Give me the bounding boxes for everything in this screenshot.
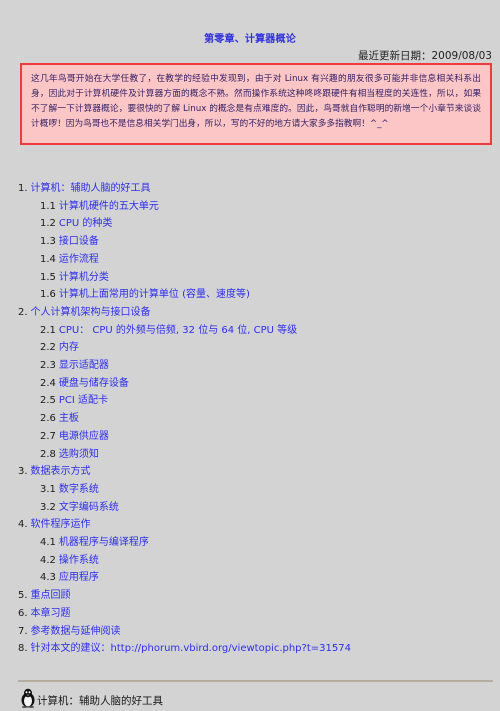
toc-item: 3. 数据表示方式 (18, 463, 498, 481)
toc-link[interactable]: 硬盘与储存设备 (59, 378, 129, 389)
toc-item-number: 3.2 (40, 501, 56, 513)
toc-item: 1.2 CPU 的种类 (18, 215, 498, 233)
toc-item: 2.7 电源供应器 (18, 428, 498, 446)
toc-item-number: 3.1 (40, 483, 56, 495)
toc-link[interactable]: 数字系统 (59, 484, 99, 495)
toc-item: 1.5 计算机分类 (18, 269, 498, 287)
toc-link[interactable]: 计算机：辅助人脑的好工具 (31, 183, 151, 194)
page-title: 第零章、计算器概论 (204, 34, 296, 45)
table-of-contents: 1. 计算机：辅助人脑的好工具 1.1 计算机硬件的五大单元 1.2 CPU 的种类 1.3… (18, 180, 498, 658)
toc-item: 8. 针对本文的建议：http://phorum.vbird.org/viewto… (18, 640, 498, 658)
toc-item: 6. 本章习题 (18, 605, 498, 623)
toc-link[interactable]: PCI 适配卡 (59, 395, 108, 406)
toc-link[interactable]: 参考数据与延伸阅读 (31, 626, 121, 637)
toc-link[interactable]: 电源供应器 (59, 431, 109, 442)
separator-line (18, 680, 493, 682)
toc-link[interactable]: 选购须知 (59, 449, 99, 460)
toc-item: 1. 计算机：辅助人脑的好工具 (18, 180, 498, 198)
toc-item: 2.6 主板 (18, 410, 498, 428)
toc-item-number: 2.2 (40, 342, 56, 354)
toc-item-number: 2. (18, 306, 28, 318)
toc-link[interactable]: 显示适配器 (59, 360, 109, 371)
toc-link[interactable]: 应用程序 (59, 572, 99, 583)
toc-item-number: 2.8 (40, 448, 56, 460)
penguin-icon (21, 688, 35, 708)
toc-item: 4.1 机器程序与编译程序 (18, 534, 498, 552)
toc-link[interactable]: 接口设备 (59, 236, 99, 247)
toc-link[interactable]: 运作流程 (59, 254, 99, 265)
toc-link[interactable]: 操作系统 (59, 555, 99, 566)
toc-link[interactable]: 本章习题 (31, 608, 71, 619)
toc-item: 2.2 内存 (18, 339, 498, 357)
toc-item: 7. 参考数据与延伸阅读 (18, 623, 498, 641)
toc-link[interactable]: 主板 (59, 413, 79, 424)
toc-link[interactable]: 重点回顾 (31, 590, 71, 601)
notice-box: 这几年鸟哥开始在大学任教了，在教学的经验中发现到，由于对 Linux 有兴趣的朋… (20, 63, 492, 145)
toc-item-number: 1.5 (40, 271, 56, 283)
toc-item: 2.5 PCI 适配卡 (18, 392, 498, 410)
section-heading-text: 计算机：辅助人脑的好工具 (37, 695, 163, 707)
toc-item-number: 1.4 (40, 253, 56, 265)
toc-link[interactable]: 计算机上面常用的计算单位 (容量、速度等) (59, 289, 250, 300)
toc-item-number: 2.5 (40, 395, 56, 407)
toc-item-number: 1.6 (40, 289, 56, 301)
toc-item-number: 7. (18, 625, 28, 637)
toc-item: 2. 个人计算机架构与接口设备 (18, 304, 498, 322)
toc-item: 1.3 接口设备 (18, 233, 498, 251)
toc-link[interactable]: 个人计算机架构与接口设备 (31, 307, 151, 318)
toc-item-number: 4.1 (40, 537, 56, 549)
toc-item: 2.4 硬盘与储存设备 (18, 375, 498, 393)
toc-item-number: 2.7 (40, 430, 56, 442)
toc-item-number: 2.6 (40, 413, 56, 425)
toc-link[interactable]: 文字编码系统 (59, 502, 119, 513)
toc-item: 1.4 运作流程 (18, 251, 498, 269)
toc-item-number: 6. (18, 607, 28, 619)
toc-item-number: 2.4 (40, 377, 56, 389)
toc-item: 3.1 数字系统 (18, 481, 498, 499)
toc-link[interactable]: CPU： CPU 的外频与倍频, 32 位与 64 位, CPU 等级 (59, 325, 297, 336)
toc-link[interactable]: 计算机硬件的五大单元 (59, 201, 159, 212)
toc-item: 2.1 CPU： CPU 的外频与倍频, 32 位与 64 位, CPU 等级 (18, 322, 498, 340)
toc-item-number: 5. (18, 590, 28, 602)
toc-item-number: 1.3 (40, 236, 56, 248)
toc-item-number: 2.1 (40, 324, 56, 336)
toc-item: 1.1 计算机硬件的五大单元 (18, 198, 498, 216)
toc-item-number: 4. (18, 519, 28, 531)
section-heading: 计算机：辅助人脑的好工具 (20, 688, 163, 708)
toc-item-number: 3. (18, 466, 28, 478)
toc-item: 3.2 文字编码系统 (18, 499, 498, 517)
toc-item-number: 1.2 (40, 218, 56, 230)
toc-item: 1.6 计算机上面常用的计算单位 (容量、速度等) (18, 286, 498, 304)
toc-item: 2.8 选购须知 (18, 446, 498, 464)
toc-item: 4.3 应用程序 (18, 569, 498, 587)
toc-link[interactable]: 机器程序与编译程序 (59, 537, 149, 548)
toc-link[interactable]: 针对本文的建议：http://phorum.vbird.org/viewtopi… (31, 643, 351, 654)
toc-item: 4.2 操作系统 (18, 552, 498, 570)
notice-text: 这几年鸟哥开始在大学任教了，在教学的经验中发现到，由于对 Linux 有兴趣的朋… (31, 74, 481, 129)
toc-item-number: 2.3 (40, 360, 56, 372)
toc-item: 2.3 显示适配器 (18, 357, 498, 375)
toc-link[interactable]: 内存 (59, 342, 79, 353)
toc-link[interactable]: 数据表示方式 (31, 466, 91, 477)
toc-link[interactable]: 计算机分类 (59, 272, 109, 283)
toc-item-number: 1.1 (40, 200, 56, 212)
toc-item: 5. 重点回顾 (18, 587, 498, 605)
toc-item-number: 8. (18, 643, 28, 655)
toc-link[interactable]: 软件程序运作 (31, 519, 91, 530)
toc-link[interactable]: CPU 的种类 (59, 218, 113, 229)
toc-item-number: 4.3 (40, 572, 56, 584)
toc-item-number: 1. (18, 183, 28, 194)
update-date: 最近更新日期：2009/08/03 (357, 50, 492, 62)
toc-item-number: 4.2 (40, 554, 56, 566)
toc-item: 4. 软件程序运作 (18, 516, 498, 534)
